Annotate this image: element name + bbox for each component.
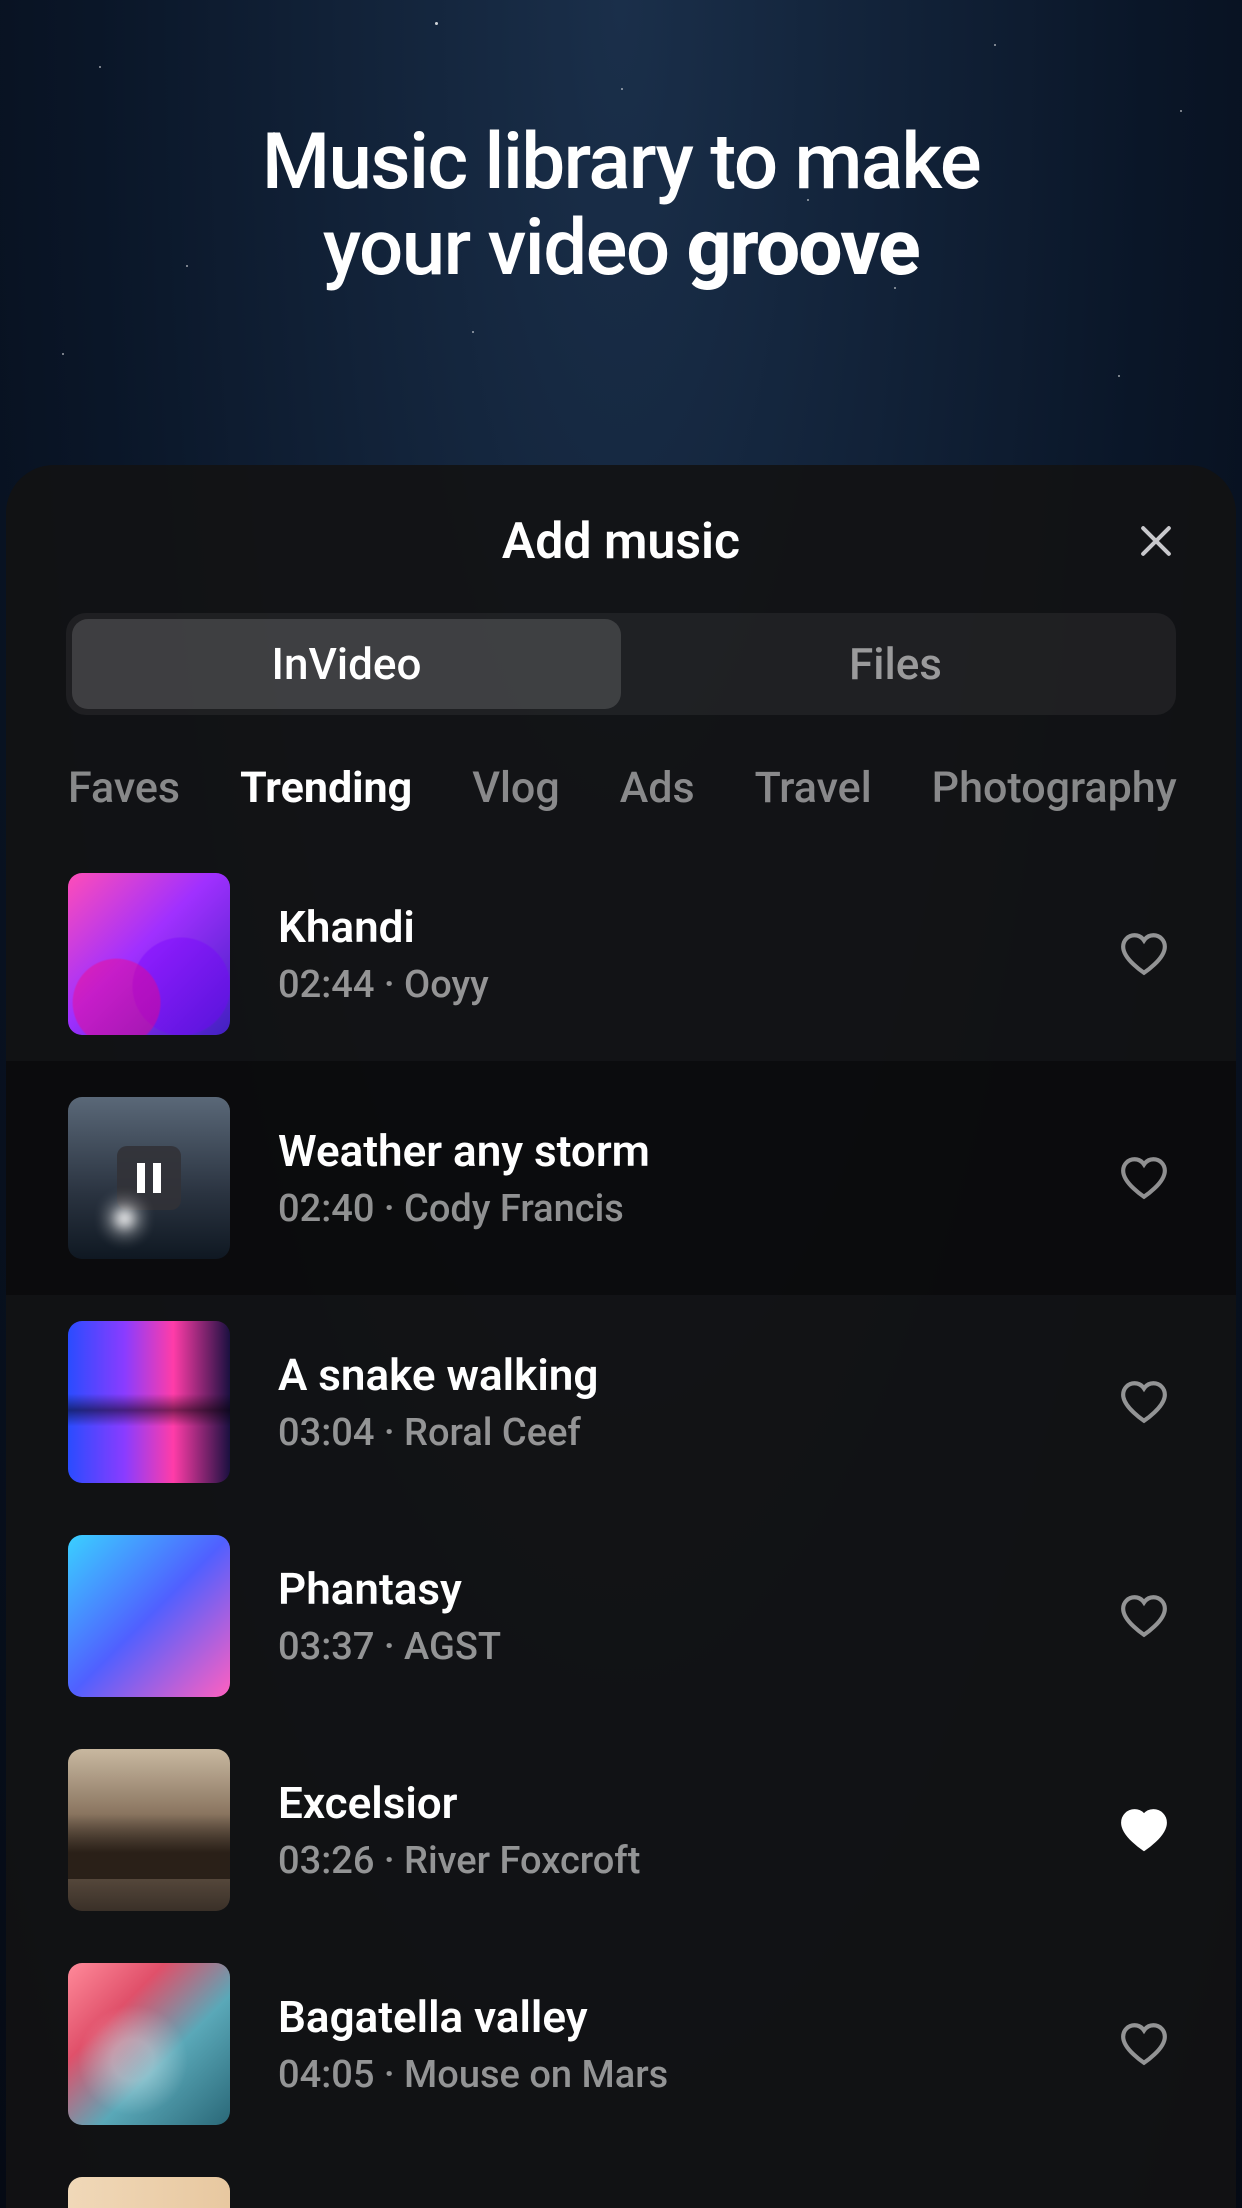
heart-icon [1119,2021,1169,2067]
favorite-button[interactable] [1114,1372,1174,1432]
track-text: Bagatella valley 04:05 · Mouse on Mars [278,1991,1066,2097]
category-tab-ads[interactable]: Ads [620,763,695,813]
pause-overlay[interactable] [68,1097,230,1259]
track-row[interactable]: Bagatella valley 04:05 · Mouse on Mars [6,1937,1236,2151]
track-text: Phantasy 03:37 · AGST [278,1563,1066,1669]
track-row[interactable]: A snake walking 03:04 · Roral Ceef [6,1295,1236,1509]
track-title: Bagatella valley [278,1991,1066,2043]
headline-line2-bold: groove [687,203,920,294]
sheet-title: Add music [6,513,1236,571]
category-tab-faves[interactable]: Faves [68,763,180,813]
track-meta: 02:44 · Ooyy [278,963,1066,1007]
album-art[interactable] [68,1097,230,1259]
track-title: Weather any storm [278,1125,1066,1177]
album-art[interactable] [68,1749,230,1911]
track-row[interactable]: Phantasy 03:37 · AGST [6,1509,1236,1723]
track-row[interactable]: Excelsior 03:26 · River Foxcroft [6,1723,1236,1937]
category-tab-trending[interactable]: Trending [240,763,412,813]
sheet-header: Add music [6,465,1236,603]
favorite-button[interactable] [1114,924,1174,984]
track-row[interactable]: Khandi 02:44 · Ooyy [6,847,1236,1061]
track-meta: 03:26 · River Foxcroft [278,1839,1066,1883]
category-tabs: Faves Trending Vlog Ads Travel Photography [6,715,1236,847]
source-tab-files[interactable]: Files [621,619,1170,709]
track-title: A snake walking [278,1349,1066,1401]
heart-icon [1119,1155,1169,1201]
track-text: Khandi 02:44 · Ooyy [278,901,1066,1007]
track-text: A snake walking 03:04 · Roral Ceef [278,1349,1066,1455]
album-art[interactable] [68,1535,230,1697]
headline: Music library to make your video groove [0,0,1242,292]
headline-line1: Music library to make [262,117,980,208]
track-title: Khandi [278,901,1066,953]
category-tab-vlog[interactable]: Vlog [472,763,560,813]
track-row[interactable]: Weather any storm 02:40 · Cody Francis [6,1061,1236,1295]
album-art[interactable] [68,2177,230,2208]
heart-icon [1119,931,1169,977]
track-meta: 04:05 · Mouse on Mars [278,2053,1066,2097]
track-list: Khandi 02:44 · Ooyy Weather any storm 02:40… [6,847,1236,2208]
track-meta: 03:04 · Roral Ceef [278,1411,1066,1455]
category-tab-photography[interactable]: Photography [932,763,1177,813]
track-text: Excelsior 03:26 · River Foxcroft [278,1777,1066,1883]
favorite-button[interactable] [1114,1586,1174,1646]
heart-icon [1119,1379,1169,1425]
source-tab-invideo[interactable]: InVideo [72,619,621,709]
favorite-button[interactable] [1114,1800,1174,1860]
close-icon [1134,519,1178,563]
track-text: Weather any storm 02:40 · Cody Francis [278,1125,1066,1231]
headline-line2-prefix: your video [323,203,687,294]
track-meta: 02:40 · Cody Francis [278,1187,1066,1231]
heart-icon [1119,1807,1169,1853]
favorite-button[interactable] [1114,2014,1174,2074]
heart-icon [1119,1593,1169,1639]
album-art[interactable] [68,1321,230,1483]
track-title: Phantasy [278,1563,1066,1615]
track-row[interactable] [6,2151,1236,2208]
source-segmented-control: InVideoFiles [6,613,1236,715]
track-title: Excelsior [278,1777,1066,1829]
pause-icon [117,1146,181,1210]
close-button[interactable] [1128,513,1184,569]
category-tab-travel[interactable]: Travel [755,763,872,813]
album-art[interactable] [68,1963,230,2125]
track-meta: 03:37 · AGST [278,1625,1066,1669]
album-art[interactable] [68,873,230,1035]
add-music-sheet: Add music InVideoFiles Faves Trending Vlog… [6,465,1236,2208]
favorite-button[interactable] [1114,1148,1174,1208]
